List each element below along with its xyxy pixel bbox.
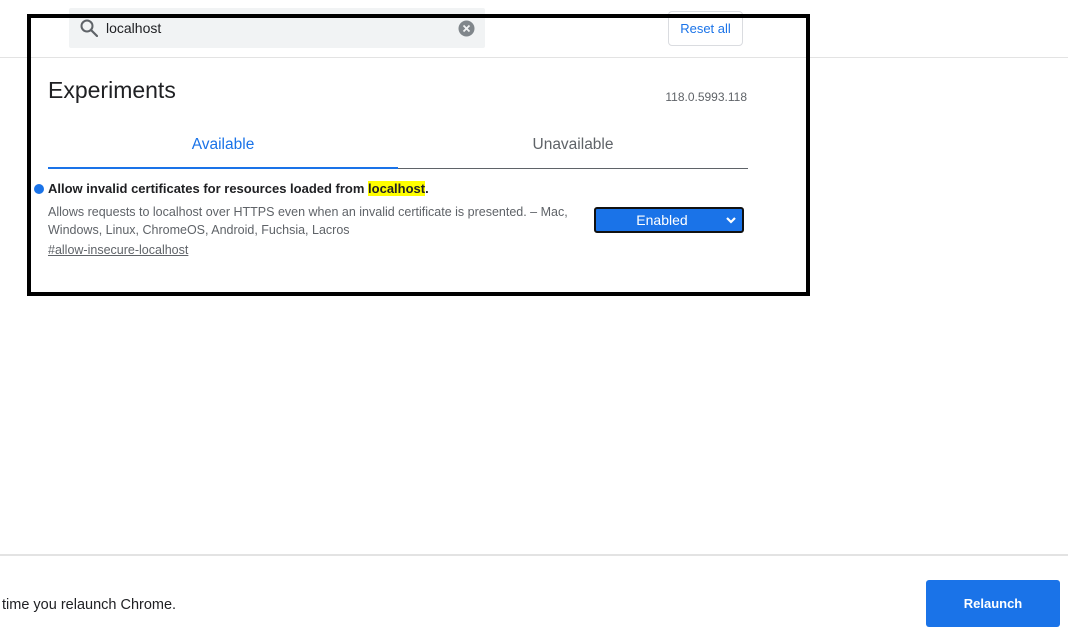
search-icon (80, 19, 98, 37)
search-match-highlight: localhost (368, 181, 426, 196)
relaunch-footer: time you relaunch Chrome. Relaunch (0, 554, 1068, 636)
relaunch-button[interactable]: Relaunch (926, 580, 1060, 627)
modified-indicator-dot (34, 184, 44, 194)
tab-bar: Available Unavailable (48, 126, 748, 169)
relaunch-message: time you relaunch Chrome. (2, 597, 177, 613)
experiment-title-suffix: . (425, 181, 429, 196)
page-title: Experiments (48, 77, 176, 103)
experiment-description: Allows requests to localhost over HTTPS … (48, 205, 568, 237)
chevron-down-icon (726, 217, 736, 224)
tab-available[interactable]: Available (48, 126, 398, 169)
version-label: 118.0.5993.118 (665, 90, 747, 104)
search-input[interactable] (106, 18, 446, 38)
reset-all-button[interactable]: Reset all (668, 11, 743, 46)
experiment-title: Allow invalid certificates for resources… (48, 181, 429, 196)
experiment-permalink[interactable]: #allow-insecure-localhost (48, 243, 188, 257)
experiment-item: Allow invalid certificates for resources… (34, 180, 754, 270)
header: Reset all (0, 0, 1068, 58)
experiment-title-prefix: Allow invalid certificates for resources… (48, 181, 369, 196)
clear-icon[interactable] (458, 20, 475, 37)
flags-page: Reset all Experiments 118.0.5993.118 Ava… (0, 0, 1068, 636)
experiment-state-value: Enabled (636, 212, 688, 228)
experiment-state-select[interactable]: Enabled (594, 207, 744, 233)
tab-unavailable[interactable]: Unavailable (398, 126, 748, 168)
search-box[interactable] (69, 8, 485, 48)
